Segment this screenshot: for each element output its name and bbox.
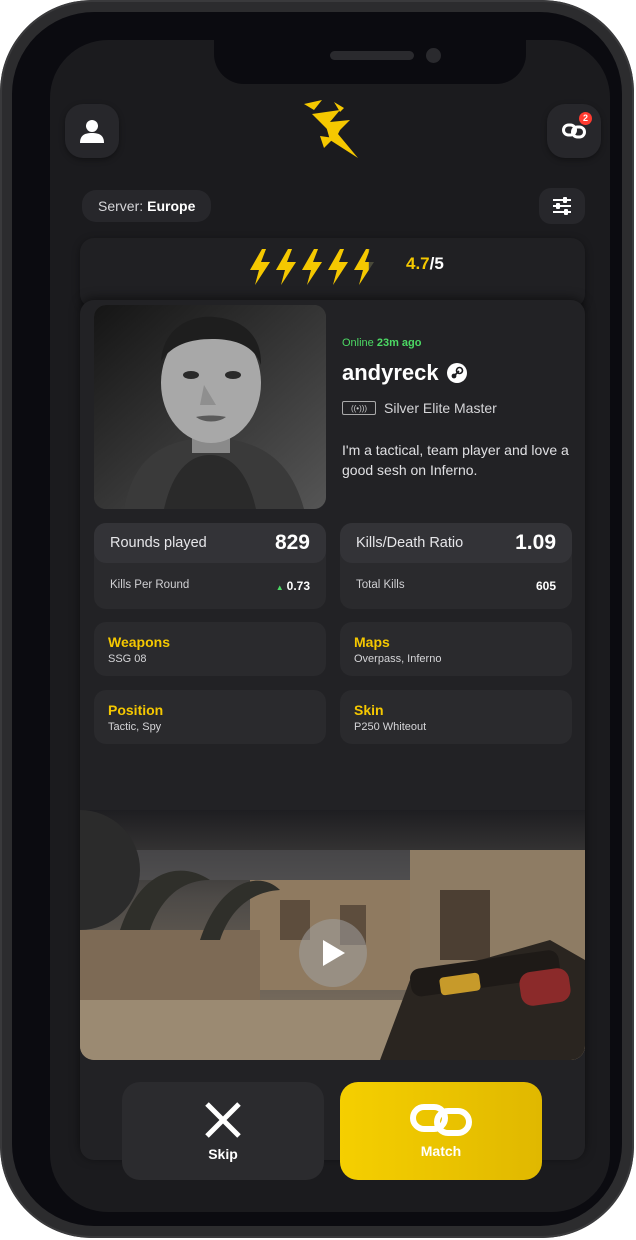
stat-label: Rounds played xyxy=(110,535,207,551)
stat-card-kd: Kills/Death Ratio 1.09 Total Kills 605 xyxy=(340,523,572,609)
profile-photo xyxy=(94,305,326,509)
rank-badge-icon: ((•))) xyxy=(342,401,376,415)
detail-value: Tactic, Spy xyxy=(108,721,162,733)
link-icon xyxy=(562,123,586,139)
detail-weapons: Weapons SSG 08 xyxy=(94,622,326,676)
detail-skin: Skin P250 Whiteout xyxy=(340,690,572,744)
server-value: Europe xyxy=(147,198,196,214)
stat-sub-value-wrap: ▲ 0.73 xyxy=(276,579,310,593)
user-icon xyxy=(80,120,104,143)
play-icon xyxy=(323,940,345,966)
skip-button[interactable]: Skip xyxy=(122,1082,324,1180)
detail-value: Overpass, Inferno xyxy=(354,653,442,665)
online-status: Online 23m ago xyxy=(342,337,422,349)
phone-frame: 2 Server: Europe 4.7/5 Online 23m ago an… xyxy=(0,0,634,1238)
lightning-icon xyxy=(302,249,322,285)
stat-sub-label: Kills Per Round xyxy=(110,579,190,591)
notification-badge: 2 xyxy=(579,112,592,125)
stat-sub-value: 0.73 xyxy=(286,579,310,593)
stat-value: 1.09 xyxy=(515,531,556,554)
rank-name: Silver Elite Master xyxy=(384,400,497,416)
skip-label: Skip xyxy=(208,1146,238,1162)
server-label: Server: xyxy=(98,198,144,214)
detail-title: Position xyxy=(108,702,164,718)
play-button[interactable] xyxy=(299,919,367,987)
detail-title: Maps xyxy=(354,634,390,650)
notch xyxy=(214,40,526,84)
rank-row: ((•))) Silver Elite Master xyxy=(342,400,497,416)
online-label: Online xyxy=(342,337,374,349)
detail-value: P250 Whiteout xyxy=(354,721,427,733)
sliders-icon xyxy=(553,197,571,215)
lightning-icon xyxy=(354,249,374,285)
rating-score: 4.7/5 xyxy=(406,254,444,274)
stat-sub-value: 605 xyxy=(535,579,556,593)
detail-value: SSG 08 xyxy=(108,653,147,665)
steam-icon xyxy=(446,363,467,383)
wasp-logo xyxy=(300,96,364,167)
front-camera xyxy=(426,48,441,63)
stat-sub-row: Kills Per Round ▲ 0.73 xyxy=(110,579,310,593)
gameplay-video[interactable] xyxy=(80,810,585,1060)
stat-header: Kills/Death Ratio 1.09 xyxy=(340,523,572,563)
match-button[interactable]: Match xyxy=(340,1082,542,1180)
rating-bolts xyxy=(248,248,376,286)
stat-header: Rounds played 829 xyxy=(94,523,326,563)
trend-up-icon: ▲ xyxy=(275,583,284,592)
close-icon xyxy=(205,1102,241,1138)
detail-title: Skin xyxy=(354,702,384,718)
profile-bio: I'm a tactical, team player and love a g… xyxy=(342,442,569,478)
filter-button[interactable] xyxy=(539,188,585,224)
detail-title: Weapons xyxy=(108,634,170,650)
profile-button[interactable] xyxy=(65,104,119,158)
detail-position: Position Tactic, Spy xyxy=(94,690,326,744)
app-screen: 2 Server: Europe 4.7/5 Online 23m ago an… xyxy=(50,40,610,1212)
stat-card-rounds: Rounds played 829 Kills Per Round ▲ 0.73 xyxy=(94,523,326,609)
stat-value: 829 xyxy=(274,531,310,554)
online-time: 23m ago xyxy=(376,337,422,349)
rating-card: 4.7/5 xyxy=(80,238,585,308)
lightning-icon xyxy=(276,249,296,285)
link-icon xyxy=(410,1104,472,1136)
detail-maps: Maps Overpass, Inferno xyxy=(340,622,572,676)
rating-value: 4.7 xyxy=(406,254,430,273)
stat-sub-label: Total Kills xyxy=(356,579,405,591)
rating-max: /5 xyxy=(429,254,444,273)
username-row: andyreck xyxy=(342,360,467,386)
lightning-icon xyxy=(250,249,270,285)
matches-button[interactable]: 2 xyxy=(547,104,601,158)
username: andyreck xyxy=(342,360,439,385)
stat-label: Kills/Death Ratio xyxy=(356,535,464,551)
phone-bezel: 2 Server: Europe 4.7/5 Online 23m ago an… xyxy=(12,12,622,1226)
stat-sub-row: Total Kills 605 xyxy=(356,579,556,593)
server-selector[interactable]: Server: Europe xyxy=(82,190,212,222)
lightning-icon xyxy=(328,249,348,285)
speaker xyxy=(330,51,414,60)
match-label: Match xyxy=(420,1143,462,1159)
